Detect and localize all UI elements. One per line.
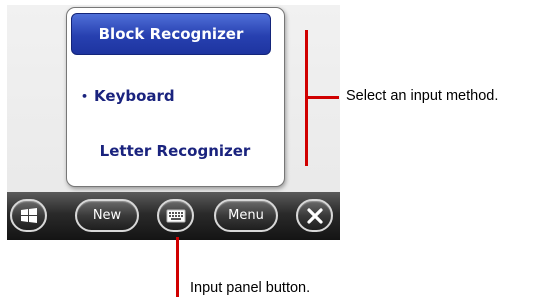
taskbar: New Menu bbox=[7, 192, 340, 240]
menu-item-label: Block Recognizer bbox=[98, 25, 244, 43]
active-bullet: • bbox=[81, 89, 89, 103]
callout-line-horizontal bbox=[307, 96, 339, 99]
menu-button-label: Menu bbox=[228, 208, 264, 223]
close-button[interactable] bbox=[296, 199, 333, 232]
new-button-label: New bbox=[92, 208, 122, 223]
menu-item-block-recognizer[interactable]: Block Recognizer bbox=[71, 13, 271, 55]
windows-logo-icon bbox=[20, 207, 37, 223]
input-method-popup: Block Recognizer • Keyboard Letter Recog… bbox=[66, 7, 285, 187]
annotation-select-input-method: Select an input method. bbox=[346, 88, 499, 104]
menu-item-letter-recognizer[interactable]: Letter Recognizer bbox=[71, 131, 279, 171]
close-icon bbox=[306, 207, 323, 224]
input-panel-button[interactable] bbox=[157, 199, 194, 232]
start-button[interactable] bbox=[10, 199, 47, 232]
keyboard-icon bbox=[166, 209, 185, 222]
menu-button[interactable]: Menu bbox=[214, 199, 278, 232]
menu-item-label: Letter Recognizer bbox=[99, 142, 251, 160]
new-button[interactable]: New bbox=[75, 199, 139, 232]
menu-item-keyboard[interactable]: • Keyboard bbox=[71, 76, 279, 116]
callout-line-input-panel bbox=[176, 237, 179, 297]
menu-item-label: Keyboard bbox=[94, 87, 175, 105]
annotation-input-panel-button: Input panel button. bbox=[190, 280, 311, 296]
